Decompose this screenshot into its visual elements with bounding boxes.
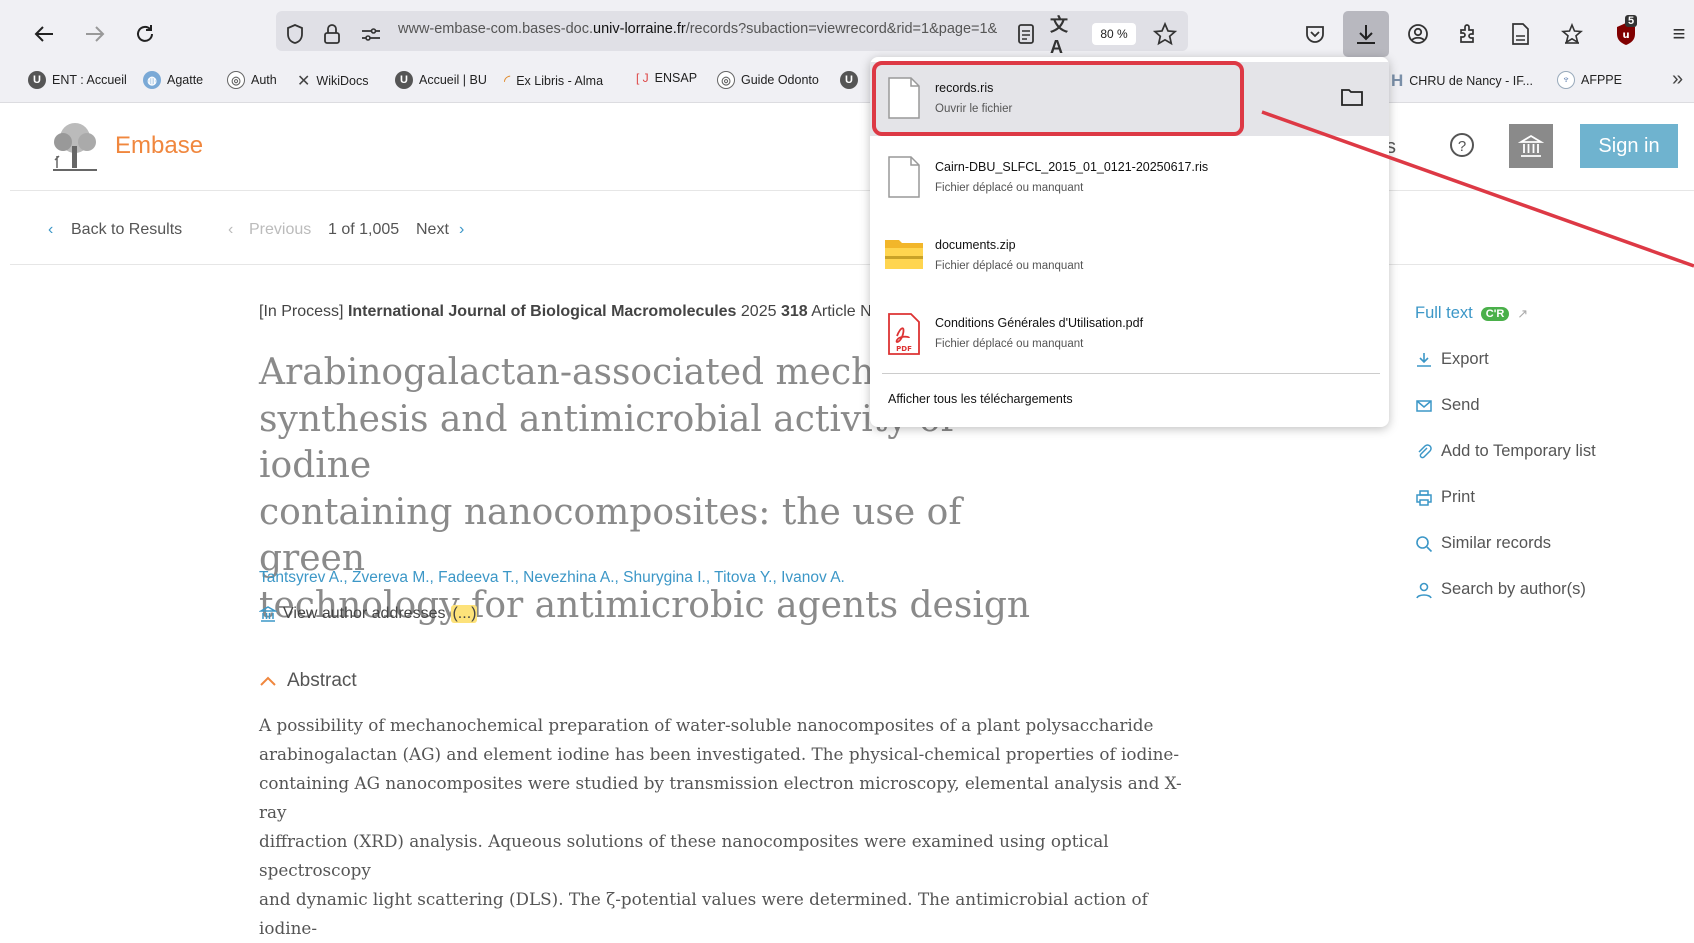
back-arrow-icon[interactable] bbox=[28, 18, 60, 50]
show-all-downloads-link[interactable]: Afficher tous les téléchargements bbox=[888, 392, 1073, 406]
zip-folder-icon bbox=[884, 236, 924, 280]
similar-records-action[interactable]: Similar records bbox=[1415, 534, 1551, 553]
abstract-text: A possibility of mechanochemical prepara… bbox=[259, 715, 1182, 938]
mail-icon bbox=[1416, 399, 1432, 412]
abstract-heading[interactable]: Abstract bbox=[259, 670, 357, 692]
citation-line: [In Process] International Journal of Bi… bbox=[259, 303, 881, 320]
previous-link[interactable]: Previous bbox=[249, 221, 311, 239]
firefox-view-icon[interactable] bbox=[1557, 19, 1587, 49]
bookmark-chru[interactable]: H CHRU de Nancy - IF... bbox=[1391, 71, 1533, 91]
bookmark-ent[interactable]: U ENT : Accueil bbox=[28, 71, 127, 89]
url-text[interactable]: www-embase-com.bases-doc.univ-lorraine.f… bbox=[398, 21, 1003, 37]
add-temp-list-action[interactable]: Add to Temporary list bbox=[1415, 442, 1596, 461]
sign-in-button[interactable]: Sign in bbox=[1580, 124, 1678, 168]
export-action[interactable]: Export bbox=[1415, 350, 1489, 369]
translate-icon[interactable]: 文A bbox=[1050, 15, 1080, 57]
pdf-icon: PDF bbox=[887, 312, 921, 356]
download-status: Fichier déplacé ou manquant bbox=[935, 338, 1084, 350]
globe-icon: ◎ bbox=[717, 71, 735, 89]
pocket-icon[interactable] bbox=[1300, 19, 1330, 49]
paperclip-icon bbox=[1418, 443, 1432, 458]
authors-list[interactable]: Tantsyrev A., Zvereva M., Fadeeva T., Ne… bbox=[259, 569, 845, 587]
chevron-left-icon: ‹ bbox=[48, 221, 54, 238]
svg-text:PDF: PDF bbox=[896, 345, 912, 353]
send-action[interactable]: Send bbox=[1415, 396, 1480, 415]
zoom-level[interactable]: 80 % bbox=[1092, 23, 1136, 45]
download-status: Fichier déplacé ou manquant bbox=[935, 182, 1084, 194]
file-icon bbox=[887, 155, 921, 199]
chru-icon: H bbox=[1391, 71, 1404, 90]
reader-view-icon[interactable] bbox=[1011, 19, 1041, 49]
institution-button[interactable] bbox=[1509, 124, 1553, 168]
full-text-link[interactable]: Full text C'R ↗ bbox=[1415, 304, 1528, 323]
wikidocs-icon: ✕ bbox=[297, 73, 311, 90]
shield-icon[interactable] bbox=[280, 19, 310, 49]
extension-badge: 5 bbox=[1625, 15, 1638, 27]
chevron-right-icon: › bbox=[459, 221, 465, 238]
help-icon[interactable]: ? bbox=[1450, 133, 1474, 157]
bookmark-afppe[interactable]: ♆ AFPPE bbox=[1557, 71, 1622, 89]
bookmark-accueil-bu[interactable]: U Accueil | BU bbox=[395, 71, 487, 89]
export-icon bbox=[1417, 352, 1431, 367]
addresses-ellipsis[interactable]: (...) bbox=[451, 605, 478, 623]
bookmark-truncated[interactable]: U bbox=[840, 71, 858, 89]
download-item-documents-zip[interactable] bbox=[870, 219, 1389, 293]
institution-icon bbox=[259, 606, 277, 622]
chevron-left-disabled-icon: ‹ bbox=[228, 221, 234, 238]
view-author-addresses[interactable]: View author addresses (...) bbox=[259, 605, 478, 623]
download-filename: Conditions Générales d'Utilisation.pdf bbox=[935, 316, 1144, 330]
bookmark-agatte[interactable]: ◍ Agatte bbox=[143, 71, 203, 89]
ensap-icon: [ J bbox=[636, 71, 649, 85]
lock-icon[interactable] bbox=[317, 19, 347, 49]
highlight-box bbox=[872, 61, 1244, 136]
print-action[interactable]: Print bbox=[1415, 488, 1475, 507]
afppe-icon: ♆ bbox=[1557, 71, 1575, 89]
bookmark-u-icon: U bbox=[840, 71, 858, 89]
chevron-up-icon bbox=[260, 676, 276, 686]
document-icon[interactable] bbox=[1505, 19, 1535, 49]
bookmark-bu-icon: U bbox=[395, 71, 413, 89]
bookmark-wikidocs[interactable]: ✕ WikiDocs bbox=[297, 71, 369, 91]
globe-icon: ◎ bbox=[227, 71, 245, 89]
menu-hamburger-icon[interactable]: ≡ bbox=[1664, 19, 1694, 49]
search-icon bbox=[1416, 535, 1433, 552]
download-filename: documents.zip bbox=[935, 238, 1016, 252]
download-status: Fichier déplacé ou manquant bbox=[935, 260, 1084, 272]
extensions-icon[interactable] bbox=[1453, 19, 1483, 49]
permissions-icon[interactable] bbox=[356, 19, 386, 49]
next-link[interactable]: Next bbox=[416, 221, 449, 239]
download-item-cairn[interactable] bbox=[870, 141, 1389, 215]
download-filename: Cairn-DBU_SLFCL_2015_01_0121-20250617.ri… bbox=[935, 160, 1209, 174]
bookmark-guide-odonto[interactable]: ◎ Guide Odonto bbox=[717, 71, 819, 89]
exlibris-icon: ◜ bbox=[504, 73, 511, 90]
bookmark-exlibris[interactable]: ◜ Ex Libris - Alma bbox=[504, 71, 603, 91]
search-by-author-action[interactable]: Search by author(s) bbox=[1415, 580, 1586, 599]
person-icon bbox=[1416, 582, 1432, 598]
embase-header bbox=[10, 102, 1694, 191]
download-item-cgu-pdf[interactable] bbox=[870, 297, 1389, 371]
external-link-icon: ↗ bbox=[1517, 305, 1529, 321]
bookmark-ensap[interactable]: [ J ENSAP bbox=[636, 71, 697, 85]
folder-open-icon[interactable] bbox=[1340, 87, 1364, 112]
full-text-badge: C'R bbox=[1480, 306, 1510, 321]
panel-divider bbox=[882, 373, 1380, 374]
download-icon[interactable] bbox=[1351, 19, 1381, 49]
account-icon[interactable] bbox=[1403, 19, 1433, 49]
forward-arrow-icon[interactable] bbox=[79, 18, 111, 50]
bookmark-auth[interactable]: ◎ Auth bbox=[227, 71, 277, 89]
bookmark-star-icon[interactable] bbox=[1150, 19, 1180, 49]
embase-logo-text[interactable]: Embase bbox=[115, 132, 203, 160]
reload-icon[interactable] bbox=[129, 18, 161, 50]
result-position: 1 of 1,005 bbox=[328, 221, 400, 238]
globe-icon: ◍ bbox=[143, 71, 161, 89]
printer-icon bbox=[1416, 489, 1432, 506]
bookmarks-overflow-icon[interactable]: » bbox=[1672, 68, 1683, 91]
institution-icon bbox=[1518, 134, 1544, 157]
elsevier-tree-logo bbox=[45, 120, 103, 172]
svg-text:u: u bbox=[1622, 30, 1629, 41]
back-to-results-link[interactable]: Back to Results bbox=[71, 221, 182, 239]
bookmark-ent-icon: U bbox=[28, 71, 46, 89]
